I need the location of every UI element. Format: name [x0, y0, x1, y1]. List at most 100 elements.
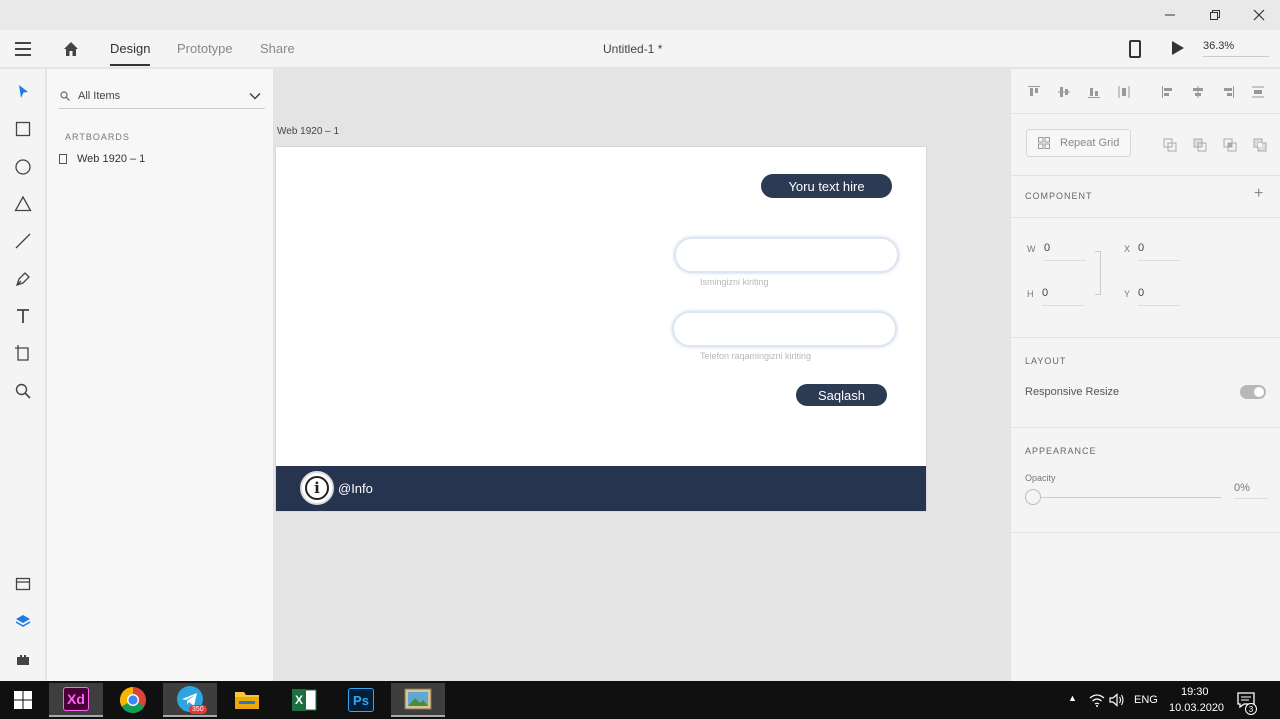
zoom-tool[interactable]: [12, 380, 34, 402]
plugin-icon: [17, 655, 29, 665]
y-label: Y: [1124, 289, 1131, 299]
search-filter-label: All Items: [78, 89, 121, 102]
align-bottom-icon[interactable]: [1087, 85, 1101, 99]
select-tool[interactable]: [12, 81, 34, 103]
width-field[interactable]: 0: [1044, 242, 1086, 261]
name-input[interactable]: [674, 237, 899, 273]
boolean-add-icon[interactable]: [1163, 138, 1177, 152]
save-button[interactable]: Saqlash: [796, 384, 887, 406]
artboards-section-title: ARTBOARDS: [65, 132, 130, 142]
layer-item-artboard[interactable]: Web 1920 – 1: [59, 153, 145, 165]
tool-bar: [0, 69, 46, 681]
home-icon[interactable]: [62, 40, 80, 58]
distribute-horizontal-icon[interactable]: [1251, 85, 1265, 99]
rectangle-tool[interactable]: [12, 118, 34, 140]
restore-button[interactable]: [1195, 4, 1235, 26]
height-field[interactable]: 0: [1042, 287, 1084, 306]
clock-time[interactable]: 19:30: [1181, 686, 1209, 698]
layers-icon: [15, 615, 31, 627]
close-button[interactable]: [1239, 4, 1279, 26]
taskbar-excel[interactable]: X: [277, 683, 331, 717]
taskbar-photos[interactable]: [391, 683, 445, 717]
artboard-title[interactable]: Web 1920 – 1: [277, 126, 339, 137]
photoshop-icon-label: Ps: [353, 692, 369, 708]
distribute-vertical-icon[interactable]: [1117, 85, 1131, 99]
taskbar-telegram[interactable]: 350: [163, 683, 217, 717]
chevron-down-icon[interactable]: [249, 92, 261, 100]
transform-section: W 0 X 0 H 0 Y 0: [1011, 218, 1280, 338]
phone-input[interactable]: [672, 311, 897, 347]
clock-date[interactable]: 10.03.2020: [1169, 702, 1224, 714]
tab-prototype[interactable]: Prototype: [177, 41, 233, 56]
assets-panel-button[interactable]: [12, 573, 34, 595]
plugins-panel-button[interactable]: [12, 648, 34, 670]
wifi-icon[interactable]: [1089, 693, 1105, 707]
add-component-icon[interactable]: +: [1254, 185, 1263, 203]
tray-expand-icon[interactable]: ▲: [1068, 693, 1077, 703]
ellipse-tool[interactable]: [12, 156, 34, 178]
opacity-slider-track[interactable]: [1041, 497, 1221, 498]
layers-panel-button[interactable]: [12, 610, 34, 632]
artboard[interactable]: Yoru text hire Ismingizni kiriting Telef…: [275, 146, 927, 512]
pen-tool[interactable]: [12, 268, 34, 290]
play-icon[interactable]: [1172, 41, 1184, 55]
align-top-icon[interactable]: [1027, 85, 1041, 99]
document-title: Untitled-1 *: [603, 42, 663, 56]
artboard-layer-icon: [59, 154, 67, 164]
boolean-intersect-icon[interactable]: [1223, 138, 1237, 152]
boolean-subtract-icon[interactable]: [1193, 138, 1207, 152]
taskbar-file-explorer[interactable]: [220, 683, 274, 717]
tab-design[interactable]: Design: [110, 41, 151, 66]
layer-item-label: Web 1920 – 1: [77, 153, 146, 165]
opacity-slider-knob[interactable]: [1025, 489, 1041, 505]
hamburger-menu-icon[interactable]: [15, 42, 31, 56]
design-canvas[interactable]: Web 1920 – 1 Yoru text hire Ismingizni k…: [275, 69, 1010, 681]
lock-aspect-icon[interactable]: [1095, 251, 1101, 295]
align-middle-icon[interactable]: [1057, 85, 1071, 99]
opacity-label: Opacity: [1025, 473, 1056, 483]
language-indicator[interactable]: ENG: [1134, 694, 1158, 706]
minimize-button[interactable]: [1150, 4, 1190, 26]
title-bar: [0, 0, 1280, 30]
start-button[interactable]: [0, 683, 46, 717]
taskbar-xd[interactable]: Xd: [49, 683, 103, 717]
repeat-grid-button[interactable]: Repeat Grid: [1026, 129, 1131, 157]
pen-icon: [15, 272, 30, 287]
line-tool[interactable]: [12, 230, 34, 252]
ellipse-icon: [15, 159, 31, 175]
magnifier-icon: [15, 383, 31, 399]
folder-icon: [235, 692, 259, 709]
text-tool[interactable]: [12, 305, 34, 327]
svg-text:X: X: [295, 693, 303, 707]
photoshop-icon: Ps: [348, 688, 374, 712]
align-left-icon[interactable]: [1161, 85, 1175, 99]
notification-count-badge: 3: [1245, 703, 1257, 715]
mobile-preview-icon[interactable]: [1129, 40, 1141, 58]
boolean-exclude-icon[interactable]: [1253, 138, 1267, 152]
tab-share[interactable]: Share: [260, 41, 295, 56]
align-section: [1011, 69, 1280, 114]
align-right-icon[interactable]: [1221, 85, 1235, 99]
excel-icon: X: [292, 689, 317, 711]
artboard-tool[interactable]: [12, 342, 34, 364]
zoom-level[interactable]: 36.3%: [1203, 40, 1269, 57]
align-center-icon[interactable]: [1191, 85, 1205, 99]
responsive-resize-toggle[interactable]: [1240, 385, 1266, 399]
layers-search[interactable]: All Items: [58, 83, 265, 109]
search-icon: [60, 90, 70, 101]
component-title: COMPONENT: [1025, 191, 1093, 201]
opacity-field[interactable]: 0%: [1234, 482, 1268, 499]
pointer-icon: [19, 85, 28, 98]
width-label: W: [1027, 244, 1036, 254]
assets-icon: [15, 577, 31, 591]
volume-icon[interactable]: [1109, 693, 1125, 707]
component-section: COMPONENT +: [1011, 176, 1280, 218]
artboard-icon: [15, 345, 29, 361]
taskbar-photoshop[interactable]: Ps: [334, 683, 388, 717]
top-text-button[interactable]: Yoru text hire: [761, 174, 892, 198]
x-field[interactable]: 0: [1138, 242, 1180, 261]
rectangle-icon: [15, 121, 31, 137]
taskbar-chrome[interactable]: [106, 683, 160, 717]
polygon-tool[interactable]: [12, 193, 34, 215]
y-field[interactable]: 0: [1138, 287, 1180, 306]
